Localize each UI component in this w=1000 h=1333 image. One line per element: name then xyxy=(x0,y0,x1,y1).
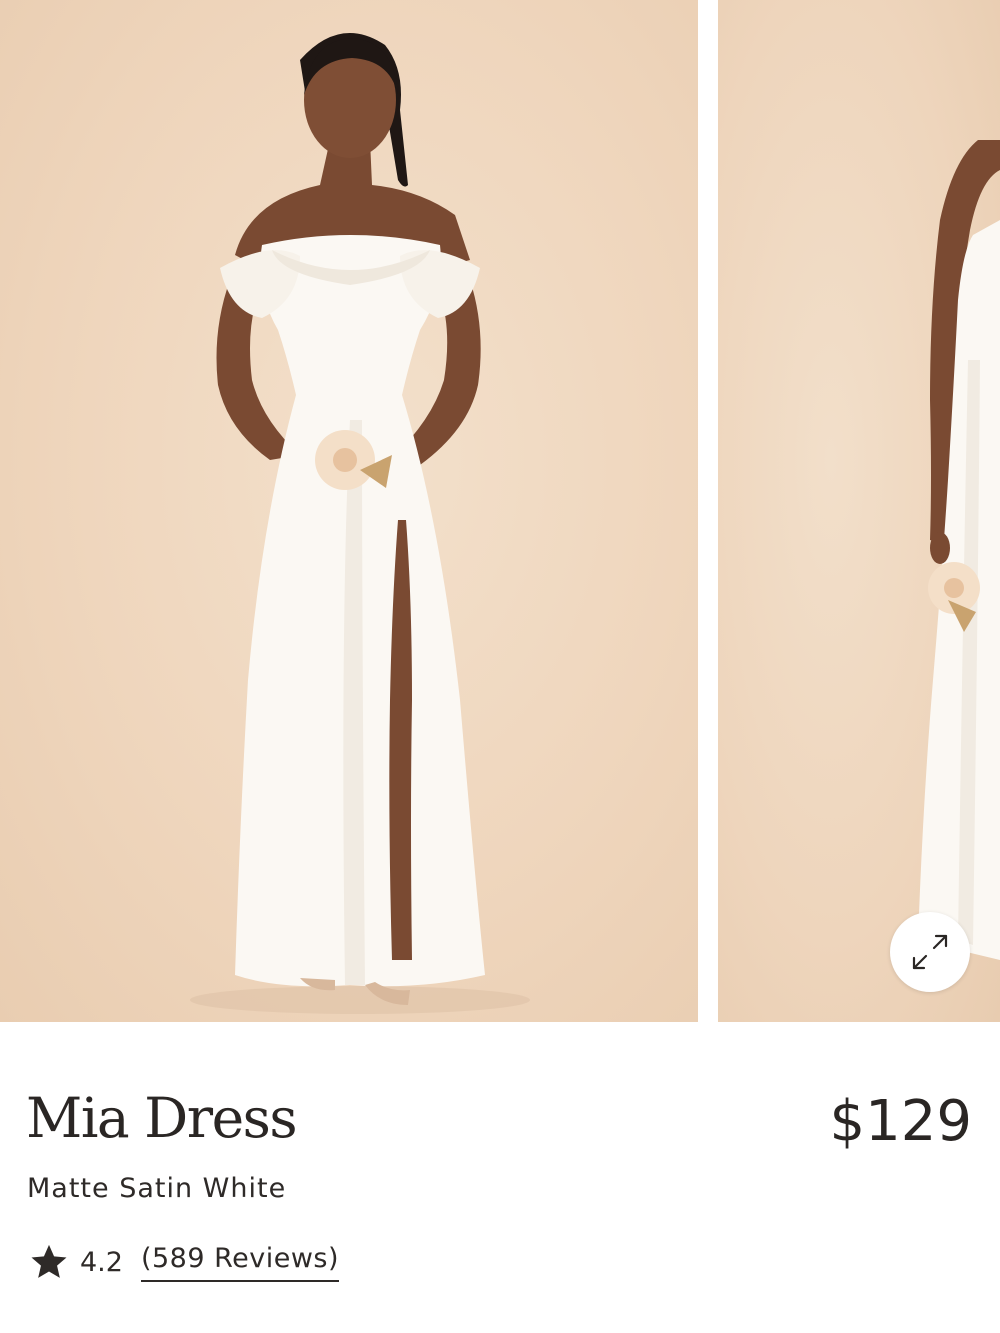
expand-image-button[interactable] xyxy=(890,912,970,992)
model-front-illustration xyxy=(190,33,530,1014)
reviews-link[interactable]: (589 Reviews) xyxy=(140,1243,340,1282)
product-photo-front[interactable] xyxy=(0,0,698,1022)
rating-value: 4.2 xyxy=(80,1246,123,1278)
model-side-illustration xyxy=(918,140,1000,960)
expand-arrows-icon xyxy=(912,934,948,970)
product-price: $129 xyxy=(829,1089,972,1154)
product-image-gallery[interactable] xyxy=(0,0,1000,1022)
product-variant: Matte Satin White xyxy=(27,1173,287,1204)
product-rating: 4.2 (589 Reviews) xyxy=(28,1237,340,1287)
star-icon xyxy=(31,1244,67,1278)
product-photo-side[interactable] xyxy=(718,0,1000,1022)
product-name: Mia Dress xyxy=(26,1086,298,1150)
